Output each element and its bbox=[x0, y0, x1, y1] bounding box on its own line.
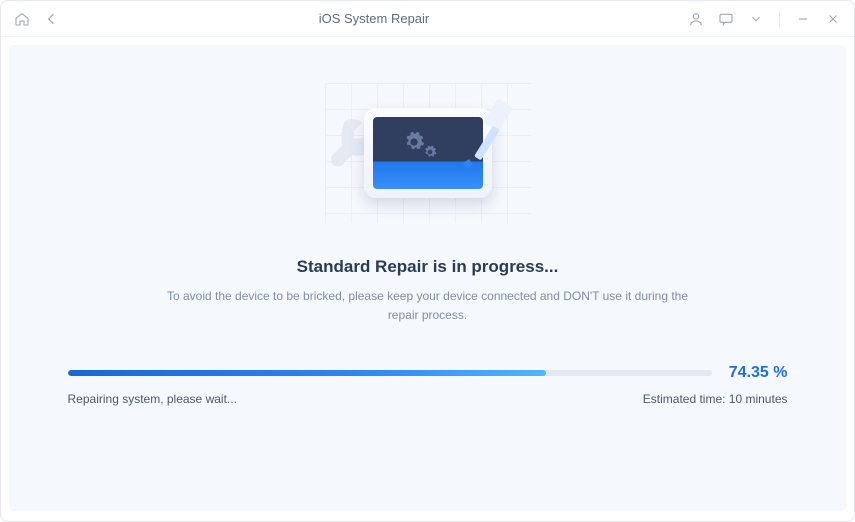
close-icon[interactable] bbox=[822, 8, 844, 30]
progress-track bbox=[68, 370, 712, 376]
feedback-icon[interactable] bbox=[715, 8, 737, 30]
gear-icon bbox=[403, 131, 425, 158]
titlebar: iOS System Repair bbox=[1, 1, 854, 37]
progress-eta: Estimated time: 10 minutes bbox=[643, 392, 788, 406]
repair-illustration bbox=[325, 83, 531, 223]
progress-bar-container: 74.35 % bbox=[68, 364, 788, 382]
progress-percent: 74.35 % bbox=[724, 364, 788, 382]
titlebar-left bbox=[11, 8, 63, 30]
minimize-icon[interactable] bbox=[792, 8, 814, 30]
main-panel: Standard Repair is in progress... To avo… bbox=[9, 45, 846, 511]
progress-meta: Repairing system, please wait... Estimat… bbox=[68, 392, 788, 406]
window-title: iOS System Repair bbox=[63, 11, 685, 26]
chevron-down-icon[interactable] bbox=[745, 8, 767, 30]
progress-subtext: To avoid the device to be bricked, pleas… bbox=[158, 287, 698, 324]
gear-small-icon bbox=[423, 145, 437, 164]
screwdriver-icon bbox=[449, 99, 519, 185]
progress-fill bbox=[68, 370, 547, 376]
titlebar-divider bbox=[779, 11, 780, 27]
titlebar-right bbox=[685, 8, 844, 30]
progress-heading: Standard Repair is in progress... bbox=[297, 257, 559, 277]
app-window: iOS System Repair bbox=[0, 0, 855, 522]
progress-status: Repairing system, please wait... bbox=[68, 392, 237, 406]
user-icon[interactable] bbox=[685, 8, 707, 30]
back-arrow-icon[interactable] bbox=[41, 8, 63, 30]
home-icon[interactable] bbox=[11, 8, 33, 30]
